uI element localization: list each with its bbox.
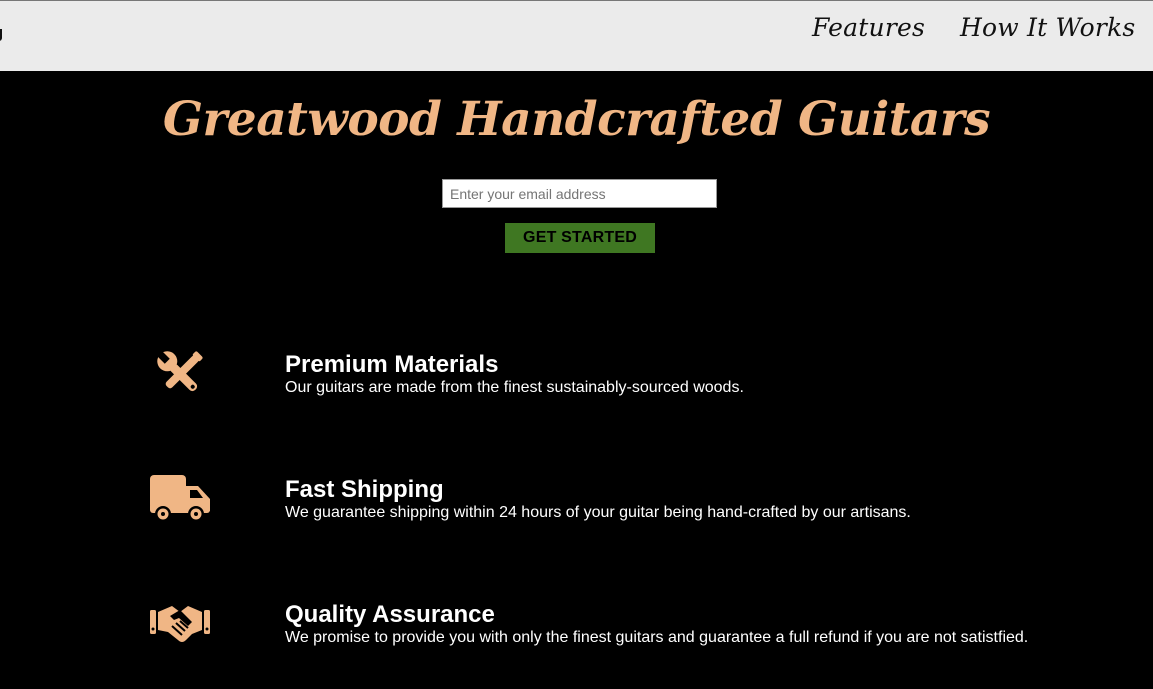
feature-quality-assurance: Quality Assurance We promise to provide … [0,598,1153,658]
feature-description: Our guitars are made from the finest sus… [285,379,744,396]
tools-icon [148,348,212,404]
feature-fast-shipping: Fast Shipping We guarantee shipping with… [0,473,1153,533]
navbar: Features How It Works [0,0,1153,71]
nav-link-how-it-works[interactable]: How It Works [960,13,1135,42]
feature-description: We guarantee shipping within 24 hours of… [285,504,911,521]
feature-title: Quality Assurance [285,601,495,628]
email-input[interactable] [442,179,717,208]
feature-premium-materials: Premium Materials Our guitars are made f… [0,348,1153,408]
get-started-button[interactable]: GET STARTED [505,223,655,253]
truck-icon [148,473,212,529]
feature-title: Fast Shipping [285,476,444,503]
hero-title: Greatwood Handcrafted Guitars [162,92,991,147]
feature-description: We promise to provide you with only the … [285,629,1029,646]
handshake-icon [148,598,212,654]
logo-fragment [0,29,2,41]
feature-title: Premium Materials [285,351,499,378]
nav-link-features[interactable]: Features [812,13,925,42]
